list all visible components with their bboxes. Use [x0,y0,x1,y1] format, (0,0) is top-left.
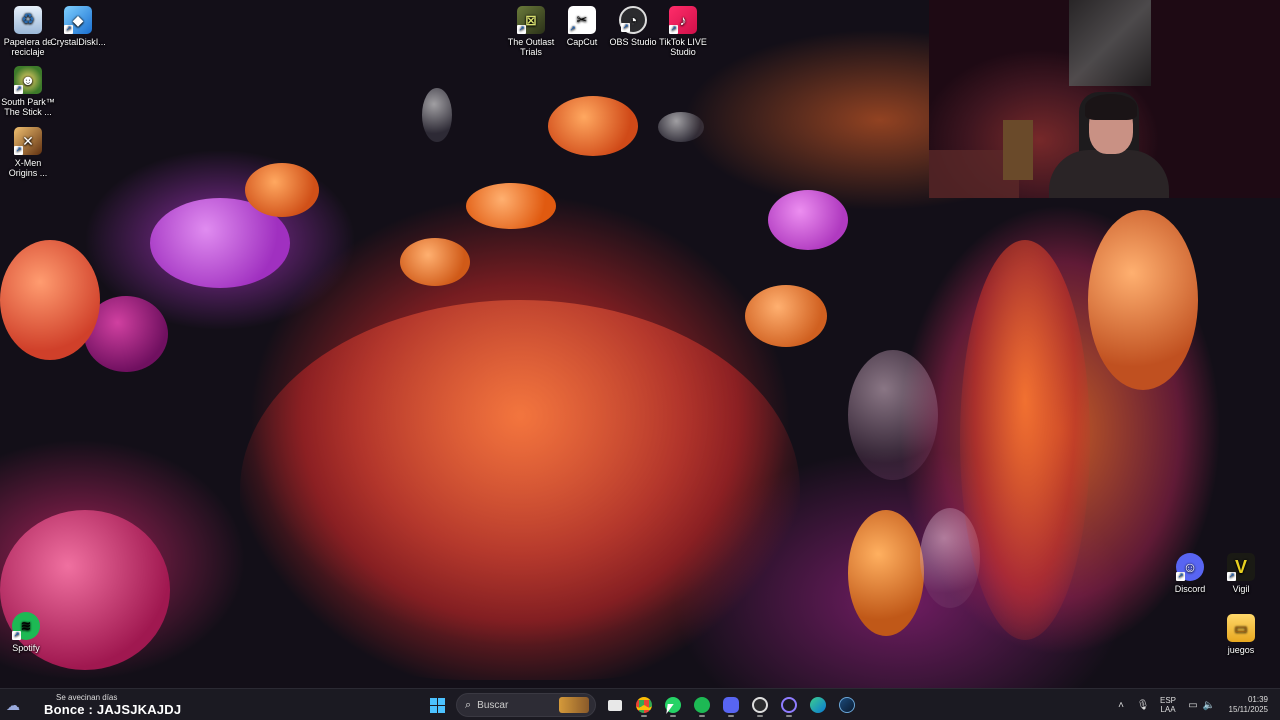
weather-text: Se avecinan días [56,693,118,702]
wallpaper-blob [768,190,848,250]
running-indicator [727,715,734,717]
language-indicator[interactable]: ESP LAA [1156,689,1180,720]
taskbar-app[interactable] [776,692,802,718]
vigil-icon: V ↗ [1227,553,1255,581]
running-indicator [669,715,676,717]
taskbar-apps: ⌕ Buscar [423,691,861,719]
clock-date: 15/11/2025 [1228,705,1268,714]
desktop-icon-label: The Outlast Trials [507,37,555,57]
desktop-icon-label: TikTok LIVE Studio [659,37,707,57]
outlast-icon: ⊠ ↗ [517,6,545,34]
spotify-icon [693,697,710,713]
capcut-icon: ✂ ↗ [568,6,596,34]
search-box[interactable]: ⌕ Buscar [456,693,596,717]
desktop-icon-label: X-Men Origins ... [8,158,48,178]
recycle-bin-icon: ♻ [14,6,42,34]
wallpaper-tube [960,240,1090,640]
file-explorer-icon [607,699,622,711]
taskbar-edge[interactable] [805,692,831,718]
xmen-icon: ✕ ↗ [14,127,42,155]
taskbar-steam[interactable] [834,692,860,718]
steam-icon [838,697,855,713]
desktop-icon-tiktok-live[interactable]: ♪ ↗ TikTok LIVE Studio [655,6,711,57]
desktop-icon-capcut[interactable]: ✂ ↗ CapCut [554,6,610,47]
taskbar: ☁ Se avecinan días Bonce : JAJSJKAJDJ ⌕ … [0,688,1280,720]
tray-overflow-chevron-icon[interactable]: ˄ [1114,689,1128,720]
weather-icon: ☁ [6,697,20,713]
taskbar-obs[interactable] [747,692,773,718]
search-icon: ⌕ [465,698,472,711]
desktop-icon-label: Discord [1174,584,1206,594]
wallpaper-blob [245,163,319,217]
windows-logo-icon [430,697,445,713]
wallpaper-droplet [422,88,452,142]
desktop-icon-juegos-folder[interactable]: ▭ juegos [1213,614,1269,655]
desktop-icon-spotify[interactable]: ≋ ↗ Spotify [0,612,54,653]
running-indicator [785,715,792,717]
weather-widget[interactable]: ☁ Se avecinan días Bonce : JAJSJKAJDJ [4,693,196,717]
webcam-person-body [1049,150,1169,198]
language-layout: LAA [1160,705,1176,714]
taskbar-chrome[interactable] [631,692,657,718]
running-indicator [640,715,647,717]
webcam-wall-poster [1069,0,1151,86]
taskbar-file-explorer[interactable] [602,692,628,718]
wallpaper-blob [400,238,470,286]
webcam-box [1003,120,1033,180]
search-placeholder: Buscar [477,699,509,711]
wallpaper-droplet [848,350,938,480]
desktop-icon-vigil[interactable]: V ↗ Vigil [1213,553,1269,594]
wallpaper-droplet [658,112,704,142]
wallpaper-blob [548,96,638,156]
marquee-text: Bonce : JAJSJKAJDJ [44,702,182,717]
desktop-icon-label: juegos [1227,645,1255,655]
desktop-icon-label: CapCut [566,37,598,47]
search-highlight-image [559,697,589,713]
clock[interactable]: 01:39 15/11/2025 [1222,689,1268,720]
obs-icon [751,697,768,713]
desktop-icon-crystaldisk[interactable]: ◆ ↗ CrystalDiskI... [48,6,108,47]
clock-time: 01:39 [1247,695,1268,704]
edge-icon [809,697,826,713]
desktop-icon-label: Spotify [12,643,40,653]
desktop-icon-label: OBS Studio [609,37,657,47]
wallpaper-blob [1088,210,1198,390]
webcam-overlay [929,0,1280,198]
running-indicator [698,715,705,717]
desktop-icon-label: South Park™ The Stick ... [1,97,55,117]
app-icon [780,697,797,713]
desktop-icon-discord[interactable]: ☺ ↗ Discord [1162,553,1218,594]
desktop-icon-label: Vigil [1232,584,1250,594]
running-indicator [756,715,763,717]
discord-icon [722,697,739,713]
wallpaper-blob [466,183,556,229]
desktop-icon-label: CrystalDiskI... [50,37,106,47]
start-button[interactable] [425,692,451,718]
wallpaper-blob [745,285,827,347]
webcam-person-hair [1085,94,1137,120]
microphone-icon[interactable]: 🎙 [1136,689,1150,720]
taskbar-discord[interactable] [718,692,744,718]
wallpaper-blob [848,510,924,636]
chrome-icon [635,697,652,713]
wallpaper-blob [0,240,100,360]
crystaldisk-icon: ◆ ↗ [64,6,92,34]
volume-icon[interactable]: 🔈 [1202,689,1216,720]
desktop-icon-south-park[interactable]: ☻ ↗ South Park™ The Stick ... [0,66,56,117]
desktop-icon-outlast-trials[interactable]: ⊠ ↗ The Outlast Trials [503,6,559,57]
south-park-icon: ☻ ↗ [14,66,42,94]
network-icon[interactable]: ▭ [1186,689,1200,720]
obs-icon: ◔ ↗ [619,6,647,34]
desktop-icon-obs[interactable]: ◔ ↗ OBS Studio [605,6,661,47]
desktop-icon-xmen[interactable]: ✕ ↗ X-Men Origins ... [0,127,56,178]
wallpaper-arch [240,300,800,680]
language-code: ESP [1159,696,1176,705]
tiktok-live-icon: ♪ ↗ [669,6,697,34]
taskbar-spotify[interactable] [689,692,715,718]
folder-icon: ▭ [1227,614,1255,642]
discord-icon: ☺ ↗ [1176,553,1204,581]
spotify-icon: ≋ ↗ [12,612,40,640]
